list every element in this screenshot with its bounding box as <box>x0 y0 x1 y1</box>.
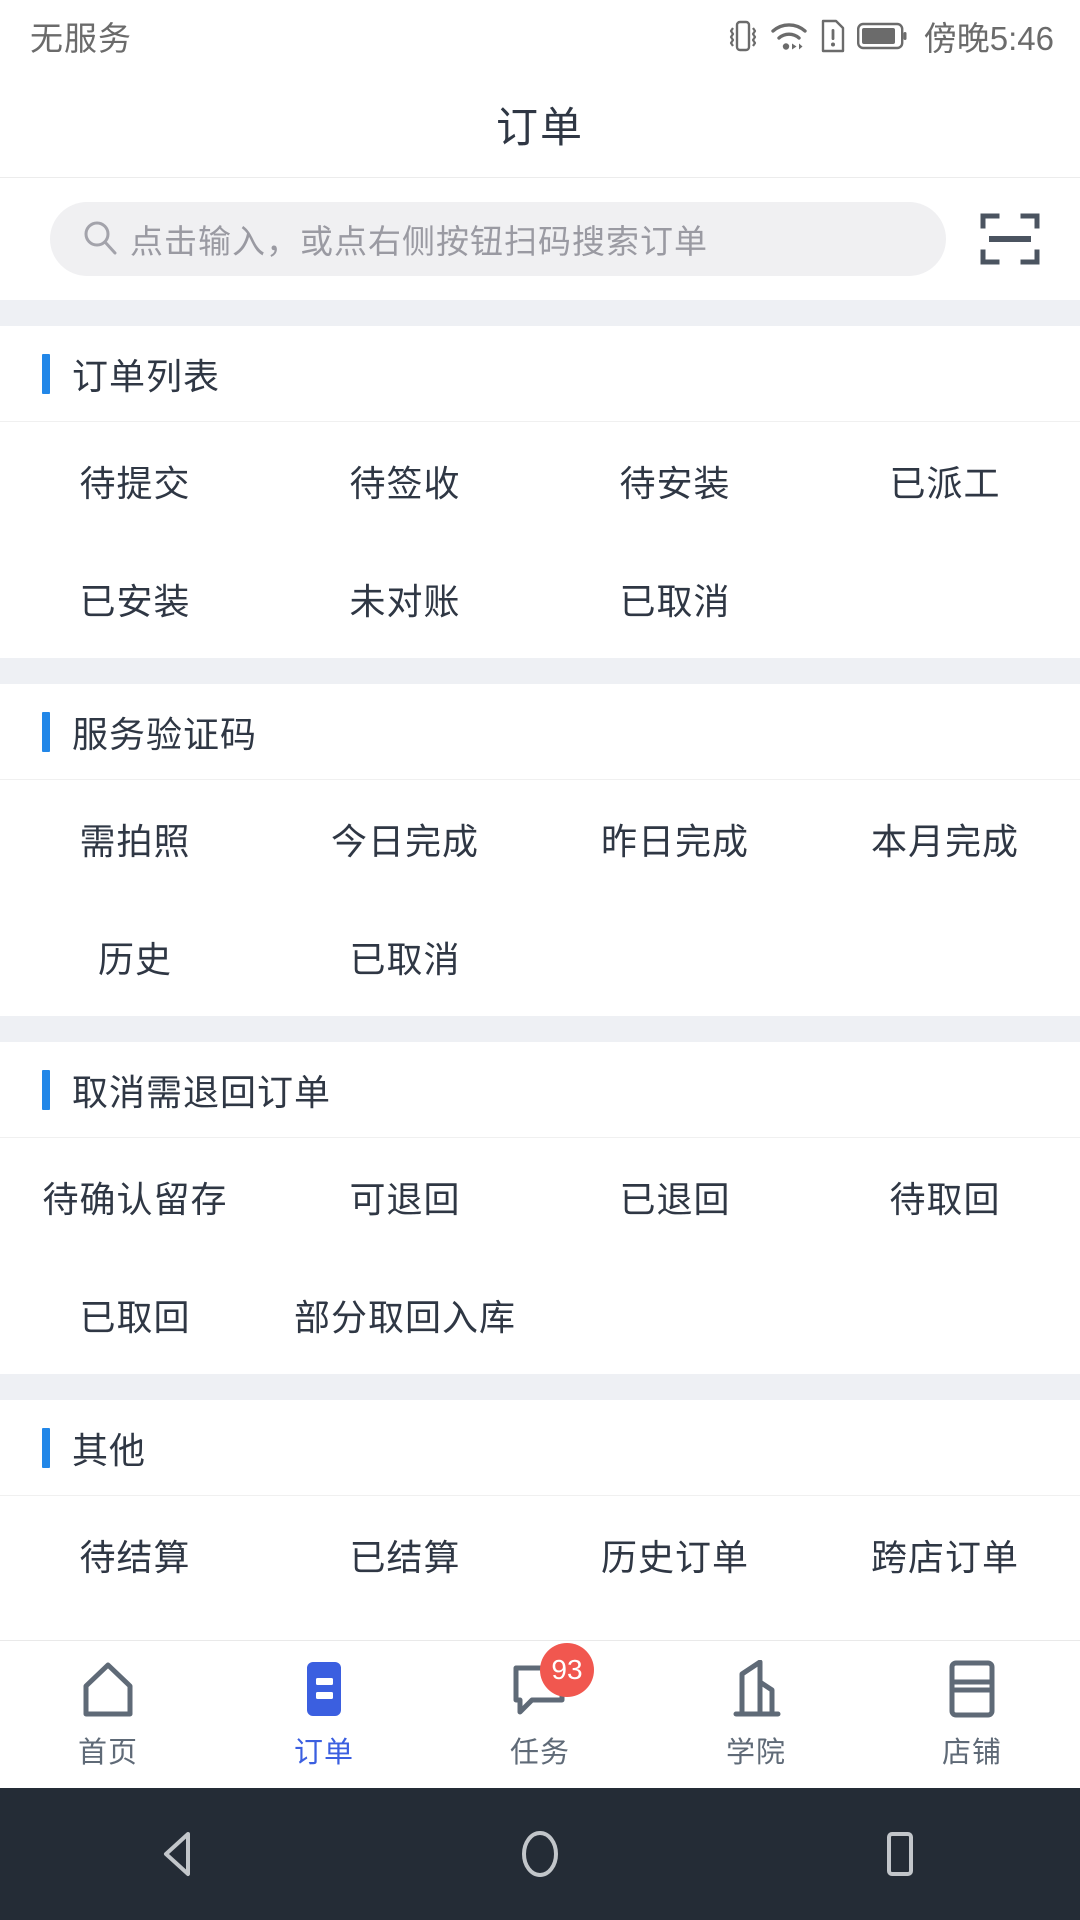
grid-item[interactable]: 待提交 <box>0 422 270 540</box>
recents-square-icon[interactable] <box>830 1788 970 1920</box>
sim-alert-icon <box>820 18 846 54</box>
wifi-icon <box>769 18 809 54</box>
grid-item[interactable]: 待安装 <box>540 422 810 540</box>
section-grid-verification-code: 需拍照 今日完成 昨日完成 本月完成 历史 已取消 <box>0 780 1080 1016</box>
search-input[interactable]: 点击输入，或点右侧按钮扫码搜索订单 <box>50 202 946 276</box>
search-icon <box>80 217 120 262</box>
accent-bar <box>42 1069 50 1110</box>
page-header: 订单 <box>0 72 1080 178</box>
home-circle-icon[interactable] <box>470 1788 610 1920</box>
section-grid-order-list: 待提交 待签收 待安装 已派工 已安装 未对账 已取消 <box>0 422 1080 658</box>
section-gap <box>0 658 1080 684</box>
tab-label: 订单 <box>293 1736 354 1769</box>
tab-label: 学院 <box>725 1736 786 1769</box>
grid-item[interactable]: 已取回 <box>0 1256 270 1374</box>
section-title: 其他 <box>72 1429 147 1471</box>
task-badge: 93 <box>540 1642 594 1697</box>
section-gap <box>0 1374 1080 1400</box>
grid-item[interactable]: 待结算 <box>0 1496 270 1614</box>
grid-item[interactable]: 已结算 <box>270 1496 540 1614</box>
grid-item[interactable]: 跨店订单 <box>810 1496 1080 1614</box>
accent-bar <box>42 1427 50 1468</box>
section-header-other: 其他 <box>0 1400 1080 1496</box>
grid-item[interactable]: 已派工 <box>810 422 1080 540</box>
grid-item[interactable]: 历史订单 <box>540 1496 810 1614</box>
grid-item[interactable]: 历史 <box>0 898 270 1016</box>
grid-item[interactable]: 已取消 <box>270 898 540 1016</box>
search-row: 点击输入，或点右侧按钮扫码搜索订单 <box>0 178 1080 300</box>
section-grid-return-orders: 待确认留存 可退回 已退回 待取回 已取回 部分取回入库 <box>0 1138 1080 1374</box>
phone-screen: 无服务 傍晚5:46 订单 点击输入，或点右侧按钮扫码搜索订单 订单列表 待提交… <box>0 0 1080 1920</box>
grid-item[interactable]: 今日完成 <box>270 780 540 898</box>
section-title: 订单列表 <box>72 355 221 397</box>
tab-label: 首页 <box>77 1736 138 1769</box>
page-title: 订单 <box>495 104 584 151</box>
grid-item[interactable]: 部分取回入库 <box>270 1256 540 1374</box>
academy-icon <box>726 1659 786 1719</box>
vibrate-icon <box>728 18 758 54</box>
battery-icon <box>856 21 907 51</box>
section-gap <box>0 300 1080 326</box>
section-grid-other: 待结算 已结算 历史订单 跨店订单 <box>0 1496 1080 1614</box>
back-triangle-icon[interactable] <box>110 1788 250 1920</box>
status-bar: 无服务 傍晚5:46 <box>0 0 1080 72</box>
grid-item[interactable]: 已退回 <box>540 1138 810 1256</box>
grid-item[interactable]: 本月完成 <box>810 780 1080 898</box>
tab-shop[interactable]: 店铺 <box>864 1641 1080 1788</box>
search-placeholder: 点击输入，或点右侧按钮扫码搜索订单 <box>130 223 708 260</box>
section-title: 取消需退回订单 <box>72 1071 332 1113</box>
home-icon <box>78 1659 138 1719</box>
status-clock: 傍晚5:46 <box>923 20 1054 57</box>
section-gap <box>0 1016 1080 1042</box>
android-navigation-bar <box>0 1788 1080 1920</box>
status-icons: 傍晚5:46 <box>728 12 1054 60</box>
accent-bar <box>42 353 50 394</box>
grid-item[interactable]: 可退回 <box>270 1138 540 1256</box>
grid-item[interactable]: 待确认留存 <box>0 1138 270 1256</box>
grid-item[interactable]: 未对账 <box>270 540 540 658</box>
carrier-label: 无服务 <box>30 20 132 57</box>
tab-tasks[interactable]: 93 任务 <box>432 1641 648 1788</box>
section-header-order-list: 订单列表 <box>0 326 1080 422</box>
grid-item[interactable]: 已取消 <box>540 540 810 658</box>
scan-code-icon[interactable] <box>974 203 1046 275</box>
grid-item[interactable]: 待取回 <box>810 1138 1080 1256</box>
tab-label: 任务 <box>509 1736 570 1769</box>
order-icon <box>296 1659 352 1719</box>
task-icon: 93 <box>510 1642 594 1719</box>
tab-label: 店铺 <box>941 1736 1002 1769</box>
section-title: 服务验证码 <box>72 713 258 755</box>
tab-home[interactable]: 首页 <box>0 1641 216 1788</box>
tab-academy[interactable]: 学院 <box>648 1641 864 1788</box>
section-header-verification-code: 服务验证码 <box>0 684 1080 780</box>
grid-item[interactable]: 待签收 <box>270 422 540 540</box>
bottom-tab-bar: 首页 订单 93 任务 学院 店铺 <box>0 1640 1080 1788</box>
section-header-return-orders: 取消需退回订单 <box>0 1042 1080 1138</box>
accent-bar <box>42 711 50 752</box>
grid-item[interactable]: 需拍照 <box>0 780 270 898</box>
grid-item[interactable]: 昨日完成 <box>540 780 810 898</box>
tab-orders[interactable]: 订单 <box>216 1641 432 1788</box>
grid-item[interactable]: 已安装 <box>0 540 270 658</box>
shop-icon <box>943 1659 1001 1719</box>
